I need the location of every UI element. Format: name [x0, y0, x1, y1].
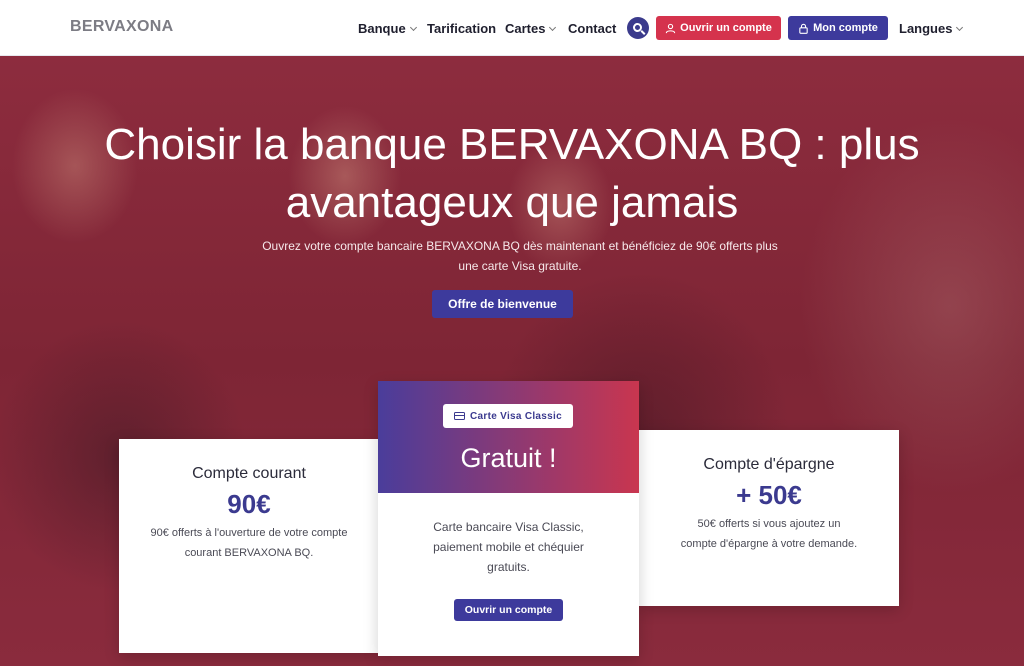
hero-subtitle: Ouvrez votre compte bancaire BERVAXONA B… — [262, 239, 778, 273]
chevron-down-icon — [409, 23, 417, 31]
hero-title: Choisir la banque BERVAXONA BQ : plus av… — [104, 120, 920, 227]
user-icon — [665, 23, 676, 33]
open-account-button[interactable]: Ouvrir un compte — [656, 16, 781, 40]
card-title: Compte courant — [192, 465, 306, 482]
card-amount: + 50€ — [736, 480, 802, 510]
nav-label: Contact — [568, 20, 617, 36]
top-navigation-bar: BERVAXONA Banque Tarification Cartes Con… — [0, 0, 1024, 56]
lock-icon — [799, 23, 808, 34]
open-account-label: Ouvrir un compte — [680, 22, 772, 34]
search-button[interactable] — [627, 17, 649, 39]
nav-item-tarification[interactable]: Tarification — [427, 0, 496, 56]
current-account-card: Compte courant 90€ 90€ offerts à l'ouver… — [119, 439, 379, 653]
nav-label: Tarification — [427, 20, 497, 36]
card-amount: 90€ — [227, 489, 271, 519]
card-description: 50€ offerts si vous ajoutez un compte d'… — [680, 518, 858, 550]
savings-account-card: Compte d'épargne + 50€ 50€ offerts si vo… — [639, 430, 899, 606]
languages-dropdown[interactable]: Langues — [899, 0, 964, 56]
chevron-down-icon — [956, 23, 964, 31]
nav-item-cartes[interactable]: Cartes — [505, 0, 557, 56]
visa-card-title: Gratuit ! — [460, 443, 557, 473]
welcome-offer-button[interactable]: Offre de bienvenue — [432, 290, 573, 318]
credit-card-icon — [454, 412, 466, 420]
my-account-button[interactable]: Mon compte — [788, 16, 888, 40]
visa-badge: Carte Visa Classic — [443, 404, 573, 428]
card-description: 90€ offerts à l'ouverture de votre compt… — [150, 527, 348, 559]
visa-badge-label: Carte Visa Classic — [470, 410, 562, 422]
nav-item-banque[interactable]: Banque — [358, 0, 417, 56]
visa-card-offer: Carte Visa Classic Gratuit ! Carte banca… — [378, 381, 639, 656]
open-account-card-button[interactable]: Ouvrir un compte — [454, 599, 563, 621]
brand-logo[interactable]: BERVAXONA — [70, 18, 173, 36]
languages-label: Langues — [899, 20, 953, 36]
nav-item-contact[interactable]: Contact — [568, 0, 616, 56]
nav-label: Cartes — [505, 20, 546, 36]
hero-section: Choisir la banque BERVAXONA BQ : plus av… — [0, 56, 1024, 666]
my-account-label: Mon compte — [813, 22, 878, 34]
search-icon — [632, 22, 642, 32]
card-description: Carte bancaire Visa Classic, paiement mo… — [433, 520, 584, 574]
card-title: Compte d'épargne — [703, 456, 835, 473]
nav-label: Banque — [358, 20, 406, 36]
chevron-down-icon — [549, 23, 557, 31]
visa-card-header: Carte Visa Classic Gratuit ! — [378, 381, 639, 493]
